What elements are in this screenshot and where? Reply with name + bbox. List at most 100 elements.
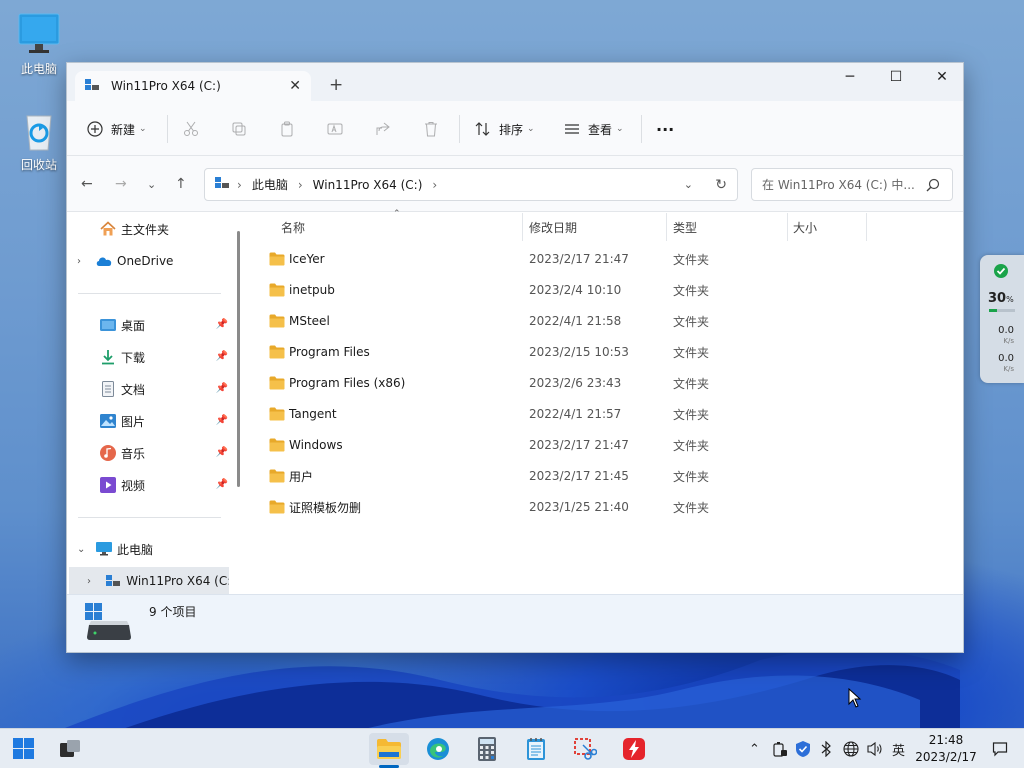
more-options-button[interactable]: ··· xyxy=(656,117,674,141)
close-tab-icon[interactable]: ✕ xyxy=(289,78,301,94)
tray-bluetooth-icon[interactable] xyxy=(820,729,832,768)
chevron-down-icon[interactable]: ⌄ xyxy=(77,544,95,555)
address-dropdown-icon[interactable]: ⌄ xyxy=(684,178,693,191)
search-icon[interactable] xyxy=(926,178,940,192)
sidebar-item-label: OneDrive xyxy=(117,254,174,268)
copy-button[interactable] xyxy=(231,117,247,141)
task-view-button[interactable] xyxy=(50,733,90,765)
breadcrumb-this-pc[interactable]: 此电脑 xyxy=(252,176,288,193)
cut-button[interactable] xyxy=(183,117,199,141)
taskbar-clock[interactable]: 21:48 2023/2/17 xyxy=(910,732,982,766)
new-button[interactable]: 新建 ⌄ xyxy=(87,117,147,141)
desktop-icon-this-pc[interactable]: 此电脑 xyxy=(9,12,69,77)
refresh-icon[interactable]: ↻ xyxy=(715,177,727,193)
pin-icon[interactable]: 📌 xyxy=(216,447,228,458)
pin-icon[interactable]: 📌 xyxy=(216,351,228,362)
sidebar-item-pictures[interactable]: 图片 📌 xyxy=(99,407,230,435)
share-button[interactable] xyxy=(375,117,391,141)
sidebar-item-documents[interactable]: 文档 📌 xyxy=(99,375,230,403)
table-row[interactable]: Tangent 2022/4/1 21:57 文件夹 xyxy=(267,400,947,428)
tray-ime-indicator[interactable]: 英 xyxy=(892,729,905,768)
table-row[interactable]: inetpub 2023/2/4 10:10 文件夹 xyxy=(267,276,947,304)
pin-icon[interactable]: 📌 xyxy=(216,479,228,490)
folder-icon xyxy=(269,469,285,486)
taskbar-snipping-tool[interactable] xyxy=(565,733,605,765)
tray-battery-lock-icon[interactable] xyxy=(772,729,788,768)
column-divider[interactable] xyxy=(866,213,867,241)
chevron-right-icon[interactable]: › xyxy=(87,576,105,587)
desktop-icon-label: 回收站 xyxy=(20,158,57,172)
clock-date: 2023/2/17 xyxy=(915,750,977,764)
start-button[interactable] xyxy=(4,733,44,765)
sidebar-item-this-pc[interactable]: ⌄ 此电脑 xyxy=(77,535,240,563)
column-header-size[interactable]: 大小 xyxy=(793,213,817,241)
file-name: Tangent xyxy=(289,407,337,421)
document-icon xyxy=(99,380,117,398)
desktop-icon-recycle-bin[interactable]: 回收站 xyxy=(9,108,69,173)
taskbar-edge[interactable] xyxy=(418,733,458,765)
rename-button[interactable] xyxy=(327,117,343,141)
delete-button[interactable] xyxy=(423,117,439,141)
table-row[interactable]: 证照模板勿删 2023/1/25 21:40 文件夹 xyxy=(267,493,947,521)
tab-drive-c[interactable]: Win11Pro X64 (C:) ✕ xyxy=(75,71,311,101)
column-header-modified[interactable]: 修改日期 xyxy=(529,213,577,241)
search-box[interactable]: 在 Win11Pro X64 (C:) 中... xyxy=(751,168,953,201)
new-tab-button[interactable]: + xyxy=(329,75,343,95)
taskbar-notepad[interactable] xyxy=(516,733,556,765)
taskbar-file-explorer[interactable] xyxy=(369,733,409,765)
pin-icon[interactable]: 📌 xyxy=(216,415,228,426)
back-arrow-icon[interactable]: ← xyxy=(81,176,93,192)
forward-arrow-icon[interactable]: → xyxy=(115,176,127,192)
sidebar-item-desktop[interactable]: 桌面 📌 xyxy=(99,311,230,339)
column-header-name[interactable]: 名称 xyxy=(281,213,305,241)
column-divider[interactable] xyxy=(787,213,788,241)
taskbar-app-red[interactable] xyxy=(614,733,654,765)
table-row[interactable]: IceYer 2023/2/17 21:47 文件夹 xyxy=(267,245,947,273)
search-input[interactable]: 在 Win11Pro X64 (C:) 中... xyxy=(762,176,915,193)
sidebar-item-music[interactable]: 音乐 📌 xyxy=(99,439,230,467)
recent-chevron-icon[interactable]: ⌄ xyxy=(147,178,156,191)
sidebar-item-videos[interactable]: 视频 📌 xyxy=(99,471,230,499)
view-label: 查看 xyxy=(588,122,613,137)
column-divider[interactable] xyxy=(522,213,523,241)
tray-overflow-chevron-icon[interactable]: ⌃ xyxy=(749,729,760,768)
chevron-right-icon[interactable]: › xyxy=(77,256,95,267)
system-monitor-widget[interactable]: 30% 0.0 K/s 0.0 K/s xyxy=(980,255,1024,383)
column-header-type[interactable]: 类型 xyxy=(673,213,697,241)
sidebar-item-downloads[interactable]: 下载 📌 xyxy=(99,343,230,371)
file-name: MSteel xyxy=(289,314,330,328)
table-row[interactable]: MSteel 2022/4/1 21:58 文件夹 xyxy=(267,307,947,335)
sidebar-item-onedrive[interactable]: › OneDrive xyxy=(77,247,240,275)
table-row[interactable]: Program Files (x86) 2023/2/6 23:43 文件夹 xyxy=(267,369,947,397)
pin-icon[interactable]: 📌 xyxy=(216,319,228,330)
table-row[interactable]: 用户 2023/2/17 21:45 文件夹 xyxy=(267,462,947,490)
table-row[interactable]: Windows 2023/2/17 21:47 文件夹 xyxy=(267,431,947,459)
taskbar-calculator[interactable] xyxy=(467,733,507,765)
file-name: 证照模板勿删 xyxy=(289,500,362,515)
pin-icon[interactable]: 📌 xyxy=(216,383,228,394)
paste-button[interactable] xyxy=(279,117,295,141)
minimize-button[interactable]: ─ xyxy=(827,63,873,93)
sidebar-scrollbar[interactable] xyxy=(237,231,240,487)
maximize-button[interactable]: ☐ xyxy=(873,63,919,93)
tray-volume-icon[interactable] xyxy=(866,729,884,768)
close-button[interactable]: ✕ xyxy=(919,63,963,93)
breadcrumb-drive[interactable]: Win11Pro X64 (C:) xyxy=(313,178,423,192)
tray-security-shield-icon[interactable] xyxy=(795,729,811,768)
file-type: 文件夹 xyxy=(673,438,710,453)
up-arrow-icon[interactable]: ↑ xyxy=(175,176,187,192)
sidebar-item-drive-c[interactable]: › Win11Pro X64 (C: xyxy=(69,567,229,595)
view-button[interactable]: 查看 ⌄ xyxy=(564,117,624,141)
tray-globe-network-icon[interactable] xyxy=(843,729,859,768)
notification-icon[interactable] xyxy=(992,729,1008,768)
address-bar[interactable]: › 此电脑 › Win11Pro X64 (C:) › ⌄ ↻ xyxy=(204,168,738,201)
file-modified-date: 2023/2/6 23:43 xyxy=(529,376,622,390)
drive-icon xyxy=(85,78,99,94)
clock-time: 21:48 xyxy=(928,733,964,747)
sort-button[interactable]: 排序 ⌄ xyxy=(475,117,535,141)
copy-icon xyxy=(232,122,246,136)
breadcrumb-separator: › xyxy=(297,177,303,192)
column-divider[interactable] xyxy=(666,213,667,241)
table-row[interactable]: Program Files 2023/2/15 10:53 文件夹 xyxy=(267,338,947,366)
sort-label: 排序 xyxy=(499,122,524,137)
